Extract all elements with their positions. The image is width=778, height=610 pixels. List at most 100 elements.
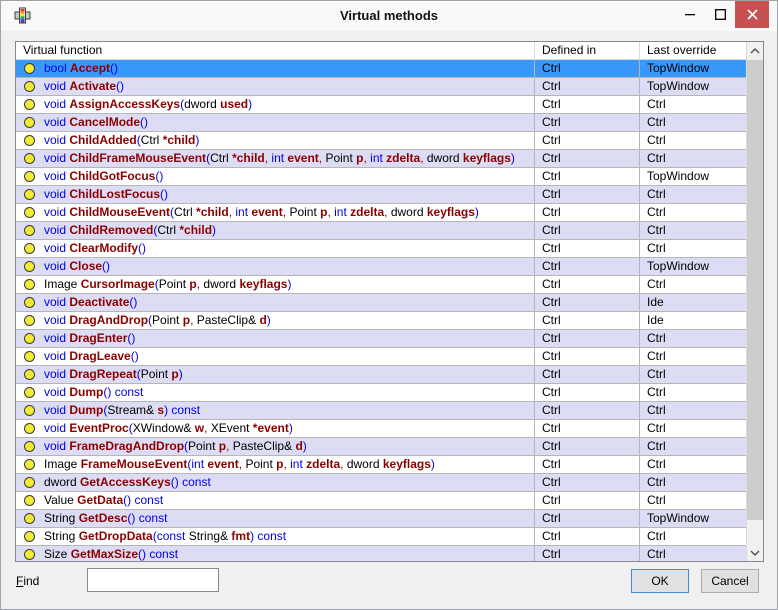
list-item[interactable]: void Close()CtrlTopWindow xyxy=(16,258,746,276)
list-item[interactable]: Image CursorImage(Point p, dword keyflag… xyxy=(16,276,746,294)
method-signature: bool Accept() xyxy=(44,60,118,77)
virtual-methods-dialog: Virtual methods Virtual function Defined… xyxy=(0,0,778,610)
virtual-function-cell: void DragRepeat(Point p) xyxy=(16,366,534,383)
method-signature: void ChildGotFocus() xyxy=(44,168,163,185)
last-override-cell: Ctrl xyxy=(639,456,746,473)
list-item[interactable]: void CancelMode()CtrlCtrl xyxy=(16,114,746,132)
virtual-function-cell: Value GetData() const xyxy=(16,492,534,509)
method-signature: void AssignAccessKeys(dword used) xyxy=(44,96,252,113)
method-signature: void Dump(Stream& s) const xyxy=(44,402,200,419)
method-icon xyxy=(24,171,35,182)
defined-in-cell: Ctrl xyxy=(534,150,639,167)
method-icon xyxy=(24,333,35,344)
last-override-cell: Ctrl xyxy=(639,96,746,113)
defined-in-cell: Ctrl xyxy=(534,384,639,401)
maximize-button[interactable] xyxy=(705,1,735,28)
list-item[interactable]: Image FrameMouseEvent(int event, Point p… xyxy=(16,456,746,474)
method-signature: void Close() xyxy=(44,258,110,275)
scrollbar-down-button[interactable] xyxy=(747,544,763,561)
method-signature: Value GetData() const xyxy=(44,492,163,509)
virtual-function-cell: Size GetMaxSize() const xyxy=(16,546,534,561)
defined-in-cell: Ctrl xyxy=(534,168,639,185)
list-item[interactable]: void DragLeave()CtrlCtrl xyxy=(16,348,746,366)
defined-in-cell: Ctrl xyxy=(534,294,639,311)
maximize-icon xyxy=(715,9,726,20)
last-override-cell: TopWindow xyxy=(639,78,746,95)
virtual-function-cell: void ClearModify() xyxy=(16,240,534,257)
list-item[interactable]: void ClearModify()CtrlCtrl xyxy=(16,240,746,258)
defined-in-cell: Ctrl xyxy=(534,420,639,437)
last-override-cell: Ctrl xyxy=(639,546,746,561)
method-signature: void ClearModify() xyxy=(44,240,146,257)
vertical-scrollbar[interactable] xyxy=(746,42,763,561)
defined-in-cell: Ctrl xyxy=(534,240,639,257)
column-header-last-override[interactable]: Last override xyxy=(639,42,746,59)
virtual-function-cell: void Dump(Stream& s) const xyxy=(16,402,534,419)
last-override-cell: Ctrl xyxy=(639,186,746,203)
close-button[interactable] xyxy=(735,1,769,28)
list-item[interactable]: void FrameDragAndDrop(Point p, PasteClip… xyxy=(16,438,746,456)
virtual-function-cell: void Deactivate() xyxy=(16,294,534,311)
list-item[interactable]: void ChildFrameMouseEvent(Ctrl *child, i… xyxy=(16,150,746,168)
ok-button[interactable]: OK xyxy=(631,569,689,593)
last-override-cell: Ctrl xyxy=(639,114,746,131)
method-signature: void ChildAdded(Ctrl *child) xyxy=(44,132,199,149)
method-icon xyxy=(24,315,35,326)
method-signature: void FrameDragAndDrop(Point p, PasteClip… xyxy=(44,438,307,455)
method-icon xyxy=(24,207,35,218)
scrollbar-up-button[interactable] xyxy=(747,42,763,59)
list-item[interactable]: void ChildRemoved(Ctrl *child)CtrlCtrl xyxy=(16,222,746,240)
method-icon xyxy=(24,81,35,92)
defined-in-cell: Ctrl xyxy=(534,186,639,203)
method-signature: void EventProc(XWindow& w, XEvent *event… xyxy=(44,420,293,437)
list-item[interactable]: void EventProc(XWindow& w, XEvent *event… xyxy=(16,420,746,438)
scrollbar-thumb[interactable] xyxy=(747,60,763,520)
column-header-virtual-function[interactable]: Virtual function xyxy=(16,42,534,59)
list-item[interactable]: Value GetData() constCtrlCtrl xyxy=(16,492,746,510)
cancel-button[interactable]: Cancel xyxy=(701,569,759,593)
last-override-cell: TopWindow xyxy=(639,510,746,527)
virtual-function-cell: void CancelMode() xyxy=(16,114,534,131)
virtual-function-cell: bool Accept() xyxy=(16,60,534,77)
list-item[interactable]: void Dump(Stream& s) constCtrlCtrl xyxy=(16,402,746,420)
virtual-function-cell: void DragLeave() xyxy=(16,348,534,365)
defined-in-cell: Ctrl xyxy=(534,204,639,221)
method-icon xyxy=(24,135,35,146)
list-item[interactable]: void AssignAccessKeys(dword used)CtrlCtr… xyxy=(16,96,746,114)
list-item[interactable]: void Activate()CtrlTopWindow xyxy=(16,78,746,96)
virtual-function-cell: void ChildGotFocus() xyxy=(16,168,534,185)
minimize-button[interactable] xyxy=(675,1,705,28)
list-item[interactable]: void DragAndDrop(Point p, PasteClip& d)C… xyxy=(16,312,746,330)
find-input[interactable] xyxy=(87,568,219,592)
defined-in-cell: Ctrl xyxy=(534,60,639,77)
list-item[interactable]: dword GetAccessKeys() constCtrlCtrl xyxy=(16,474,746,492)
list-item[interactable]: void Deactivate()CtrlIde xyxy=(16,294,746,312)
method-signature: void ChildRemoved(Ctrl *child) xyxy=(44,222,216,239)
virtual-function-cell: void EventProc(XWindow& w, XEvent *event… xyxy=(16,420,534,437)
last-override-cell: Ide xyxy=(639,294,746,311)
list-item[interactable]: void ChildAdded(Ctrl *child)CtrlCtrl xyxy=(16,132,746,150)
defined-in-cell: Ctrl xyxy=(534,312,639,329)
list-item[interactable]: void ChildGotFocus()CtrlTopWindow xyxy=(16,168,746,186)
chevron-down-icon xyxy=(750,550,760,556)
list-header: Virtual function Defined in Last overrid… xyxy=(16,42,746,60)
titlebar[interactable]: Virtual methods xyxy=(1,1,777,31)
list-item[interactable]: void DragRepeat(Point p)CtrlCtrl xyxy=(16,366,746,384)
list-item[interactable]: bool Accept()CtrlTopWindow xyxy=(16,60,746,78)
method-signature: String GetDesc() const xyxy=(44,510,167,527)
list-item[interactable]: void ChildLostFocus()CtrlCtrl xyxy=(16,186,746,204)
list-item[interactable]: void DragEnter()CtrlCtrl xyxy=(16,330,746,348)
method-icon xyxy=(24,189,35,200)
method-icon xyxy=(24,405,35,416)
list-item[interactable]: void Dump() constCtrlCtrl xyxy=(16,384,746,402)
list-item[interactable]: void ChildMouseEvent(Ctrl *child, int ev… xyxy=(16,204,746,222)
list-item[interactable]: String GetDropData(const String& fmt) co… xyxy=(16,528,746,546)
method-signature: Size GetMaxSize() const xyxy=(44,546,178,561)
list-item[interactable]: Size GetMaxSize() constCtrlCtrl xyxy=(16,546,746,561)
column-header-defined-in[interactable]: Defined in xyxy=(534,42,639,59)
virtual-function-cell: void DragAndDrop(Point p, PasteClip& d) xyxy=(16,312,534,329)
method-signature: String GetDropData(const String& fmt) co… xyxy=(44,528,286,545)
list-item[interactable]: String GetDesc() constCtrlTopWindow xyxy=(16,510,746,528)
method-icon xyxy=(24,279,35,290)
last-override-cell: Ctrl xyxy=(639,132,746,149)
